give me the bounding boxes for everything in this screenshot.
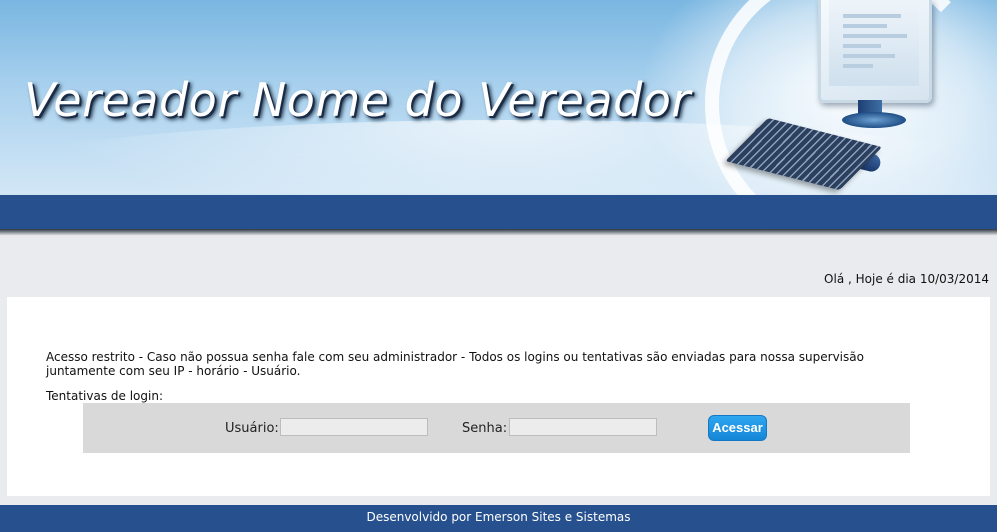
monitor-icon xyxy=(818,0,932,103)
header-banner: Vereador Nome do Vereador xyxy=(0,0,997,195)
user-input[interactable] xyxy=(280,418,428,436)
login-attempts-label: Tentativas de login: xyxy=(46,389,163,403)
access-notice: Acesso restrito - Caso não possua senha … xyxy=(46,350,864,378)
main-content: Acesso restrito - Caso não possua senha … xyxy=(7,297,990,496)
nav-bar xyxy=(0,195,997,229)
site-title: Vereador Nome do Vereador xyxy=(24,72,691,127)
password-input[interactable] xyxy=(509,418,657,436)
footer-credit: Desenvolvido por Emerson Sites e Sistema… xyxy=(366,510,631,524)
access-button[interactable]: Acessar xyxy=(708,415,767,441)
password-label: Senha: xyxy=(462,421,508,436)
login-form: Usuário: Senha: Acessar xyxy=(83,403,910,453)
footer: Desenvolvido por Emerson Sites e Sistema… xyxy=(0,505,997,532)
greeting-text: Olá , Hoje é dia 10/03/2014 xyxy=(824,272,989,286)
user-label: Usuário: xyxy=(225,421,279,436)
